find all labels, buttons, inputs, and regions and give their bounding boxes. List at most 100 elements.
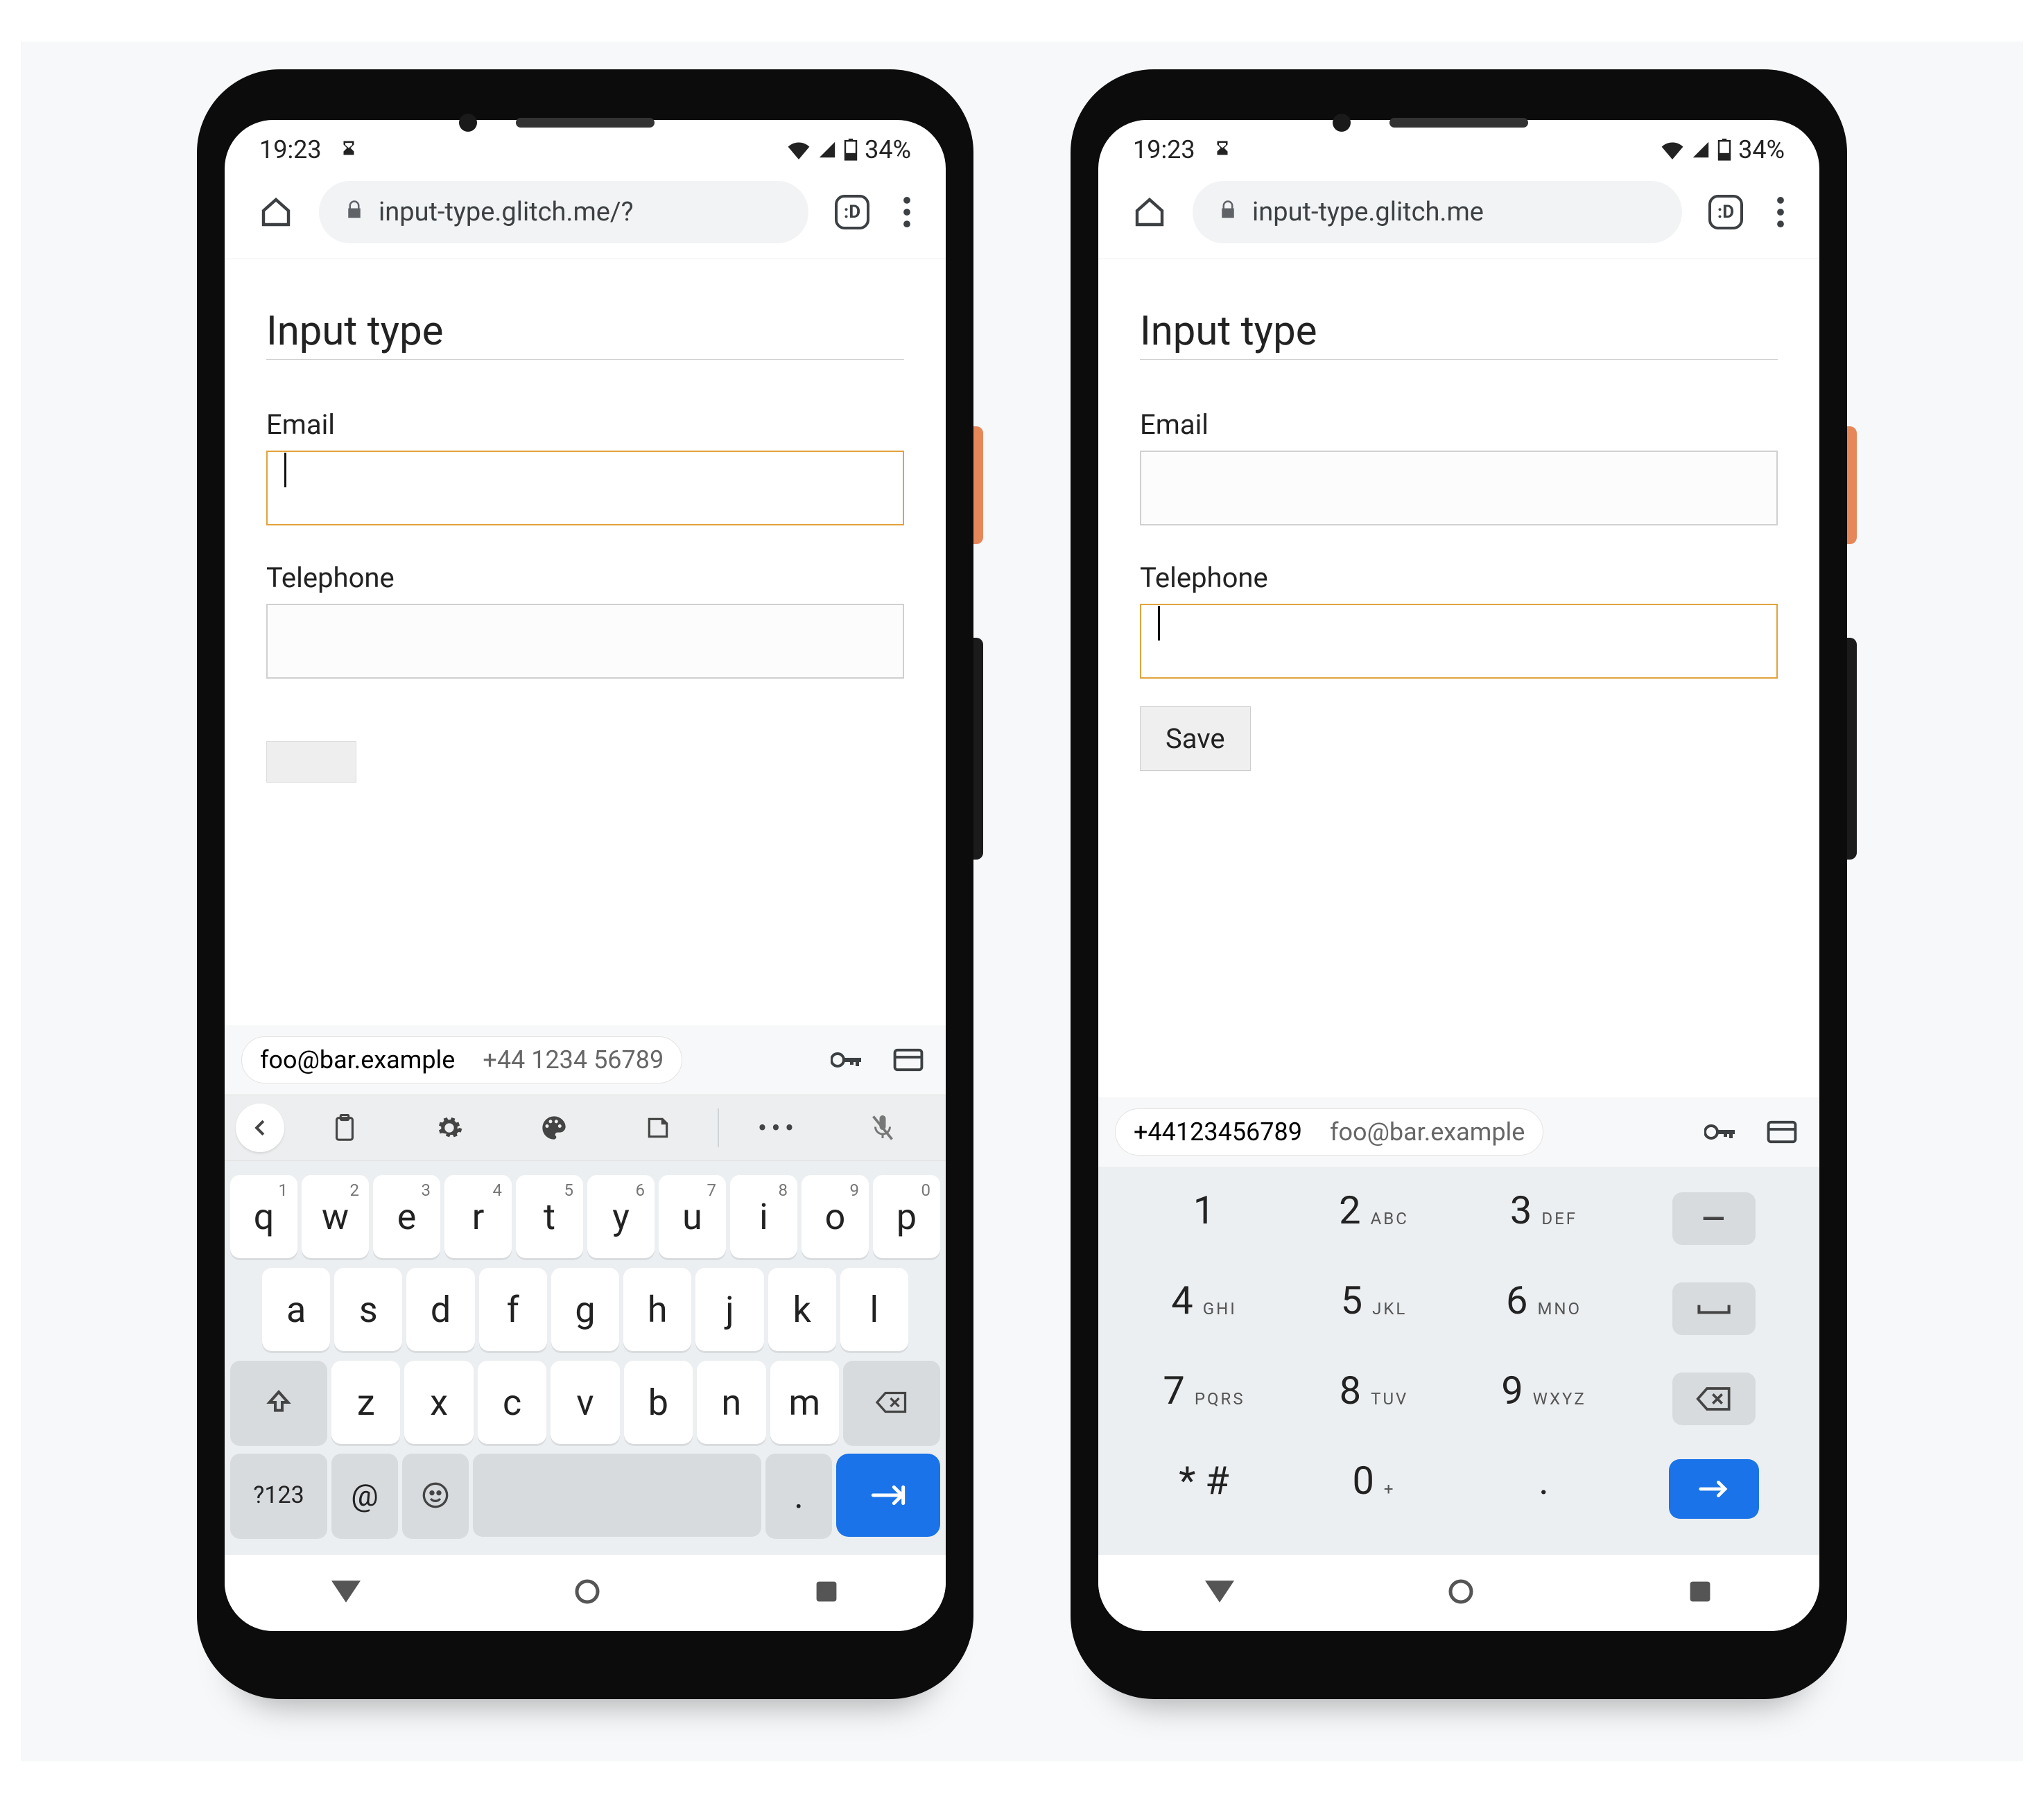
key-d[interactable]: d: [406, 1268, 474, 1351]
gear-icon[interactable]: [397, 1114, 502, 1142]
spacebar[interactable]: [473, 1454, 761, 1537]
address-bar[interactable]: input-type.glitch.me: [1193, 181, 1682, 243]
status-bar: 19:23 34%: [1098, 120, 1819, 171]
telephone-field[interactable]: [266, 604, 904, 679]
autofill-phone: +44123456789: [1134, 1117, 1302, 1147]
dial-key-9[interactable]: 9WXYZ: [1459, 1368, 1629, 1430]
key-p[interactable]: 0p: [873, 1175, 940, 1258]
key-j[interactable]: j: [695, 1268, 763, 1351]
page-content: Input type Email Telephone: [225, 259, 946, 1025]
dial-key-6[interactable]: 6MNO: [1459, 1278, 1629, 1340]
emoji-key[interactable]: [402, 1454, 469, 1537]
password-key-icon[interactable]: [1692, 1122, 1749, 1142]
key-n[interactable]: n: [697, 1361, 765, 1444]
key-c[interactable]: c: [478, 1361, 546, 1444]
tabs-button[interactable]: :D: [828, 188, 876, 236]
email-field[interactable]: [266, 451, 904, 525]
key-e[interactable]: 3e: [373, 1175, 440, 1258]
nav-recents-icon[interactable]: [1688, 1579, 1713, 1607]
url-text: input-type.glitch.me: [1252, 197, 1484, 227]
key-w[interactable]: 2w: [302, 1175, 369, 1258]
dial-key-7[interactable]: 7PQRS: [1119, 1368, 1289, 1430]
key-z[interactable]: z: [331, 1361, 400, 1444]
nav-home-icon[interactable]: [573, 1578, 601, 1608]
mic-off-icon[interactable]: [830, 1113, 935, 1142]
backspace-key[interactable]: [843, 1361, 940, 1444]
dial-key--[interactable]: –: [1629, 1187, 1799, 1250]
nav-recents-icon[interactable]: [814, 1579, 839, 1607]
speaker-grille: [1389, 118, 1528, 128]
hourglass-icon: [338, 139, 359, 160]
dial-key-0[interactable]: 0+: [1289, 1458, 1459, 1520]
clipboard-icon[interactable]: [293, 1114, 397, 1142]
key-y[interactable]: 6y: [587, 1175, 655, 1258]
key-o[interactable]: 9o: [802, 1175, 869, 1258]
browser-toolbar: input-type.glitch.me/? :D: [225, 171, 946, 259]
save-button[interactable]: [266, 741, 356, 783]
more-icon[interactable]: •••: [726, 1112, 831, 1144]
page-title: Input type: [266, 308, 904, 355]
telephone-field[interactable]: [1140, 604, 1778, 679]
key-row-4: ?123 @ .: [230, 1454, 940, 1537]
nav-back-icon[interactable]: [1205, 1580, 1234, 1605]
dial-key-4[interactable]: 4GHI: [1119, 1278, 1289, 1340]
sticker-icon[interactable]: [606, 1115, 711, 1141]
symbols-key[interactable]: ?123: [230, 1454, 327, 1537]
tabs-button[interactable]: :D: [1701, 188, 1750, 236]
text-caret: [1158, 606, 1160, 641]
page-title: Input type: [1140, 308, 1778, 355]
dial-key-.[interactable]: .: [1459, 1458, 1629, 1520]
key-h[interactable]: h: [623, 1268, 691, 1351]
email-field[interactable]: [1140, 451, 1778, 525]
nav-back-icon[interactable]: [331, 1580, 361, 1605]
key-m[interactable]: m: [770, 1361, 839, 1444]
key-q[interactable]: 1q: [230, 1175, 297, 1258]
key-i[interactable]: 8i: [730, 1175, 797, 1258]
at-key[interactable]: @: [331, 1454, 398, 1537]
key-s[interactable]: s: [334, 1268, 402, 1351]
dial-key-2[interactable]: 2ABC: [1289, 1187, 1459, 1250]
enter-key[interactable]: [836, 1454, 940, 1537]
key-b[interactable]: b: [624, 1361, 693, 1444]
card-icon[interactable]: [887, 1048, 929, 1072]
qwerty-keyboard: foo@bar.example +44 1234 56789 •••: [225, 1025, 946, 1555]
dial-key-bksp[interactable]: [1629, 1368, 1799, 1430]
key-g[interactable]: g: [551, 1268, 619, 1351]
autofill-chip[interactable]: foo@bar.example +44 1234 56789: [241, 1036, 682, 1083]
password-key-icon[interactable]: [818, 1049, 875, 1070]
key-r[interactable]: 4r: [444, 1175, 512, 1258]
dial-key-5[interactable]: 5JKL: [1289, 1278, 1459, 1340]
shift-key[interactable]: [230, 1361, 327, 1444]
key-k[interactable]: k: [768, 1268, 836, 1351]
dial-key-3[interactable]: 3DEF: [1459, 1187, 1629, 1250]
dial-key-space[interactable]: [1629, 1278, 1799, 1340]
key-t[interactable]: 5t: [516, 1175, 583, 1258]
key-a[interactable]: a: [262, 1268, 330, 1351]
address-bar[interactable]: input-type.glitch.me/?: [319, 181, 808, 243]
key-f[interactable]: f: [479, 1268, 547, 1351]
key-x[interactable]: x: [404, 1361, 473, 1444]
dial-key-1[interactable]: 1: [1119, 1187, 1289, 1250]
autofill-chip[interactable]: +44123456789 foo@bar.example: [1115, 1108, 1543, 1156]
dial-key-* #[interactable]: * #: [1119, 1458, 1289, 1520]
key-row-2: asdfghjkl: [230, 1268, 940, 1351]
dial-key-8[interactable]: 8TUV: [1289, 1368, 1459, 1430]
palette-icon[interactable]: [501, 1114, 606, 1142]
period-key[interactable]: .: [765, 1454, 832, 1537]
battery-percent: 34%: [1738, 135, 1785, 164]
key-v[interactable]: v: [551, 1361, 619, 1444]
key-l[interactable]: l: [840, 1268, 908, 1351]
home-icon[interactable]: [1126, 189, 1173, 236]
save-button[interactable]: Save: [1140, 706, 1251, 771]
overflow-menu-icon[interactable]: [1769, 190, 1792, 234]
hourglass-icon: [1212, 139, 1233, 160]
overflow-menu-icon[interactable]: [896, 190, 918, 234]
card-icon[interactable]: [1761, 1120, 1803, 1144]
dial-key-enter[interactable]: [1629, 1458, 1799, 1520]
nav-home-icon[interactable]: [1447, 1578, 1475, 1608]
home-icon[interactable]: [252, 189, 300, 236]
chevron-left-icon[interactable]: [236, 1104, 284, 1152]
key-u[interactable]: 7u: [659, 1175, 726, 1258]
text-caret: [284, 453, 286, 487]
autofill-bar: foo@bar.example +44 1234 56789: [225, 1025, 946, 1095]
